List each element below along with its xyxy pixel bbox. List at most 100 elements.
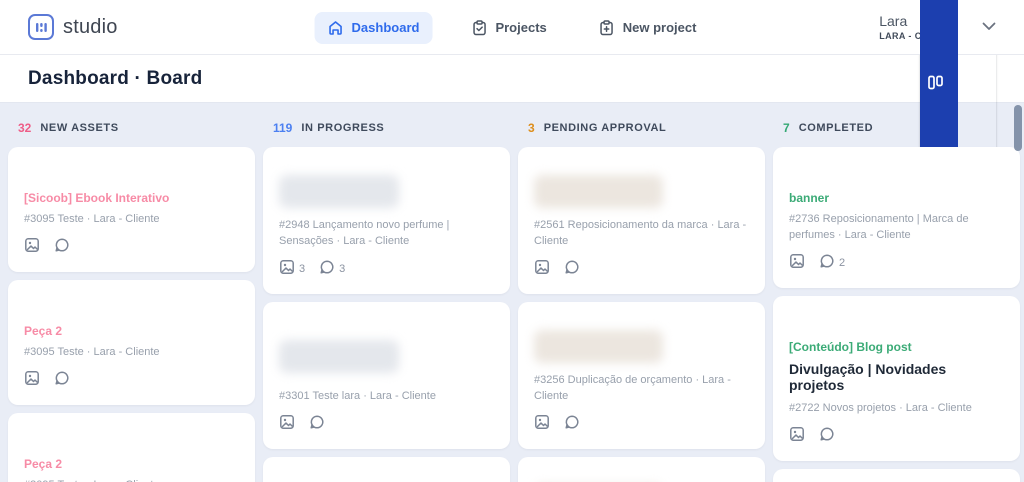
card-icon-row [534,259,749,280]
column-count: 32 [18,121,32,135]
comment-icon [54,237,70,258]
comment-icon [564,414,580,435]
card-spacer [789,310,1004,340]
card-spacer [24,294,239,324]
comment-indicator: 2 [819,253,845,274]
column-header: 119 IN PROGRESS [263,113,510,147]
image-indicator: 3 [279,259,305,280]
comment-indicator [309,414,325,435]
column-header: 3 PENDING APPROVAL [518,113,765,147]
card-meta: #3095 Teste · Lara - Cliente [24,478,239,482]
comment-indicator [819,426,835,447]
card-meta: #2948 Lançamento novo perfume | Sensaçõe… [279,219,450,247]
task-card[interactable]: Peça 2 #3095 Teste · Lara - Cliente [8,279,255,405]
card-icon-row [279,414,494,435]
card-icon-row [789,426,1004,447]
nav-item-label: Dashboard [351,20,420,35]
column-pending-approval: 3 PENDING APPROVAL #2561 Reposicionamento … [518,113,765,482]
comment-icon [309,414,325,435]
column-count: 3 [528,121,535,135]
card-meta: #3256 Duplicação de orçamento · Lara - C… [534,373,731,402]
nav-item-projects[interactable]: Projects [458,12,559,44]
task-card[interactable]: #2948 Lançamento novo perfume | Sensaçõe… [263,147,510,294]
image-icon [534,259,550,280]
nav-item-new-project[interactable]: New project [586,12,710,44]
column-completed: 7 COMPLETED banner #2736 Reposicionamento |… [773,113,1020,482]
task-card[interactable]: #2561 Reposicionamento da marca · Lara -… [518,147,765,294]
task-card[interactable]: #3256 Duplicação de orçamento · Lara - C… [518,301,765,449]
main-nav: Dashboard Projects New project [314,0,710,55]
card-meta: #3301 Teste lara · Lara - Cliente [279,389,436,402]
vertical-scrollbar[interactable] [1014,105,1022,151]
blurred-content [534,175,663,208]
task-card[interactable]: [Sicoob] Ebook Interativo #3095 Teste · L… [8,147,255,272]
column-in-progress: 119 IN PROGRESS #2948 Lançamento novo perf… [263,113,510,482]
image-indicator [24,237,40,258]
image-indicator [24,370,40,391]
task-card[interactable]: [Conteúdo] Blog post Divulgação | Novidad… [773,295,1020,461]
card-spacer [24,427,239,457]
comment-indicator [564,259,580,280]
nav-item-dashboard[interactable]: Dashboard [314,11,433,44]
card-spacer [789,161,1004,191]
card-meta: #2736 Reposicionamento | Marca de perfum… [789,213,969,241]
card-meta: #3095 Teste · Lara - Cliente [24,213,160,225]
image-indicator [279,414,295,435]
comment-indicator [54,370,70,391]
comment-icon [319,259,335,280]
kanban-icon [927,75,944,93]
comment-icon [819,253,835,274]
image-icon [279,414,295,435]
page-title: Dashboard · Board [28,67,203,89]
column-label: NEW ASSETS [40,122,119,134]
app-name: studio [63,15,118,38]
card-meta: #2722 Novos projetos · Lara - Cliente [789,401,972,414]
chevron-down-icon [982,18,996,36]
clipboard-plus-icon [599,19,615,36]
image-icon [279,259,295,280]
task-card[interactable]: banner #2736 Reposicionamento | Marca de … [773,147,1020,288]
card-icon-row [24,237,239,258]
icon-count: 2 [839,257,846,270]
task-card[interactable]: Facebook e Instagram#2722 Novos projetos… [773,468,1020,482]
app-logo[interactable]: studio [28,14,118,40]
card-title: [Conteúdo] Blog post [789,339,912,354]
task-card[interactable]: #3301 Teste lara · Lara - Cliente [263,301,510,449]
image-indicator [534,414,550,435]
task-card[interactable]: #3334 oioi · Lara - Cliente [518,456,765,482]
task-card[interactable]: Peça 2 #3095 Teste · Lara - Cliente [8,412,255,482]
comment-indicator [564,414,580,435]
column-label: IN PROGRESS [301,122,385,134]
image-icon [24,237,40,258]
comment-icon [564,259,580,280]
clipboard-check-icon [471,19,487,36]
card-meta: #3095 Teste · Lara - Cliente [24,345,160,358]
image-icon [789,253,805,274]
comment-indicator [54,237,70,258]
comment-icon [819,426,835,447]
image-icon [24,370,40,391]
card-meta: #2561 Reposicionamento da marca · Lara -… [534,219,747,247]
column-header: 7 COMPLETED [773,113,1020,147]
image-icon [789,426,805,447]
comment-indicator: 3 [319,259,345,280]
nav-item-label: Projects [495,20,547,35]
column-new-assets: 32 NEW ASSETS [Sicoob] Ebook Interativo #30… [8,113,255,482]
task-card[interactable]: Post blog Studio#3301 Teste lara · Lara … [263,456,510,482]
board: 32 NEW ASSETS [Sicoob] Ebook Interativo #30… [0,103,1024,482]
image-icon [534,414,550,435]
card-icon-row: 33 [279,259,494,280]
card-title: Peça 2 [24,456,63,471]
studio-logo-icon [28,14,54,40]
card-title: Peça 2 [24,323,63,338]
card-title: banner [789,191,830,205]
image-indicator [789,253,805,274]
blurred-content [534,329,663,363]
home-icon [328,20,344,36]
nav-item-label: New project [622,20,697,35]
blurred-content [279,339,400,373]
card-icon-row: 2 [789,253,1004,274]
comment-icon [54,370,70,391]
card-spacer [24,161,239,191]
top-bar: studio Dashboard Projects New project Lara… [0,0,1024,55]
